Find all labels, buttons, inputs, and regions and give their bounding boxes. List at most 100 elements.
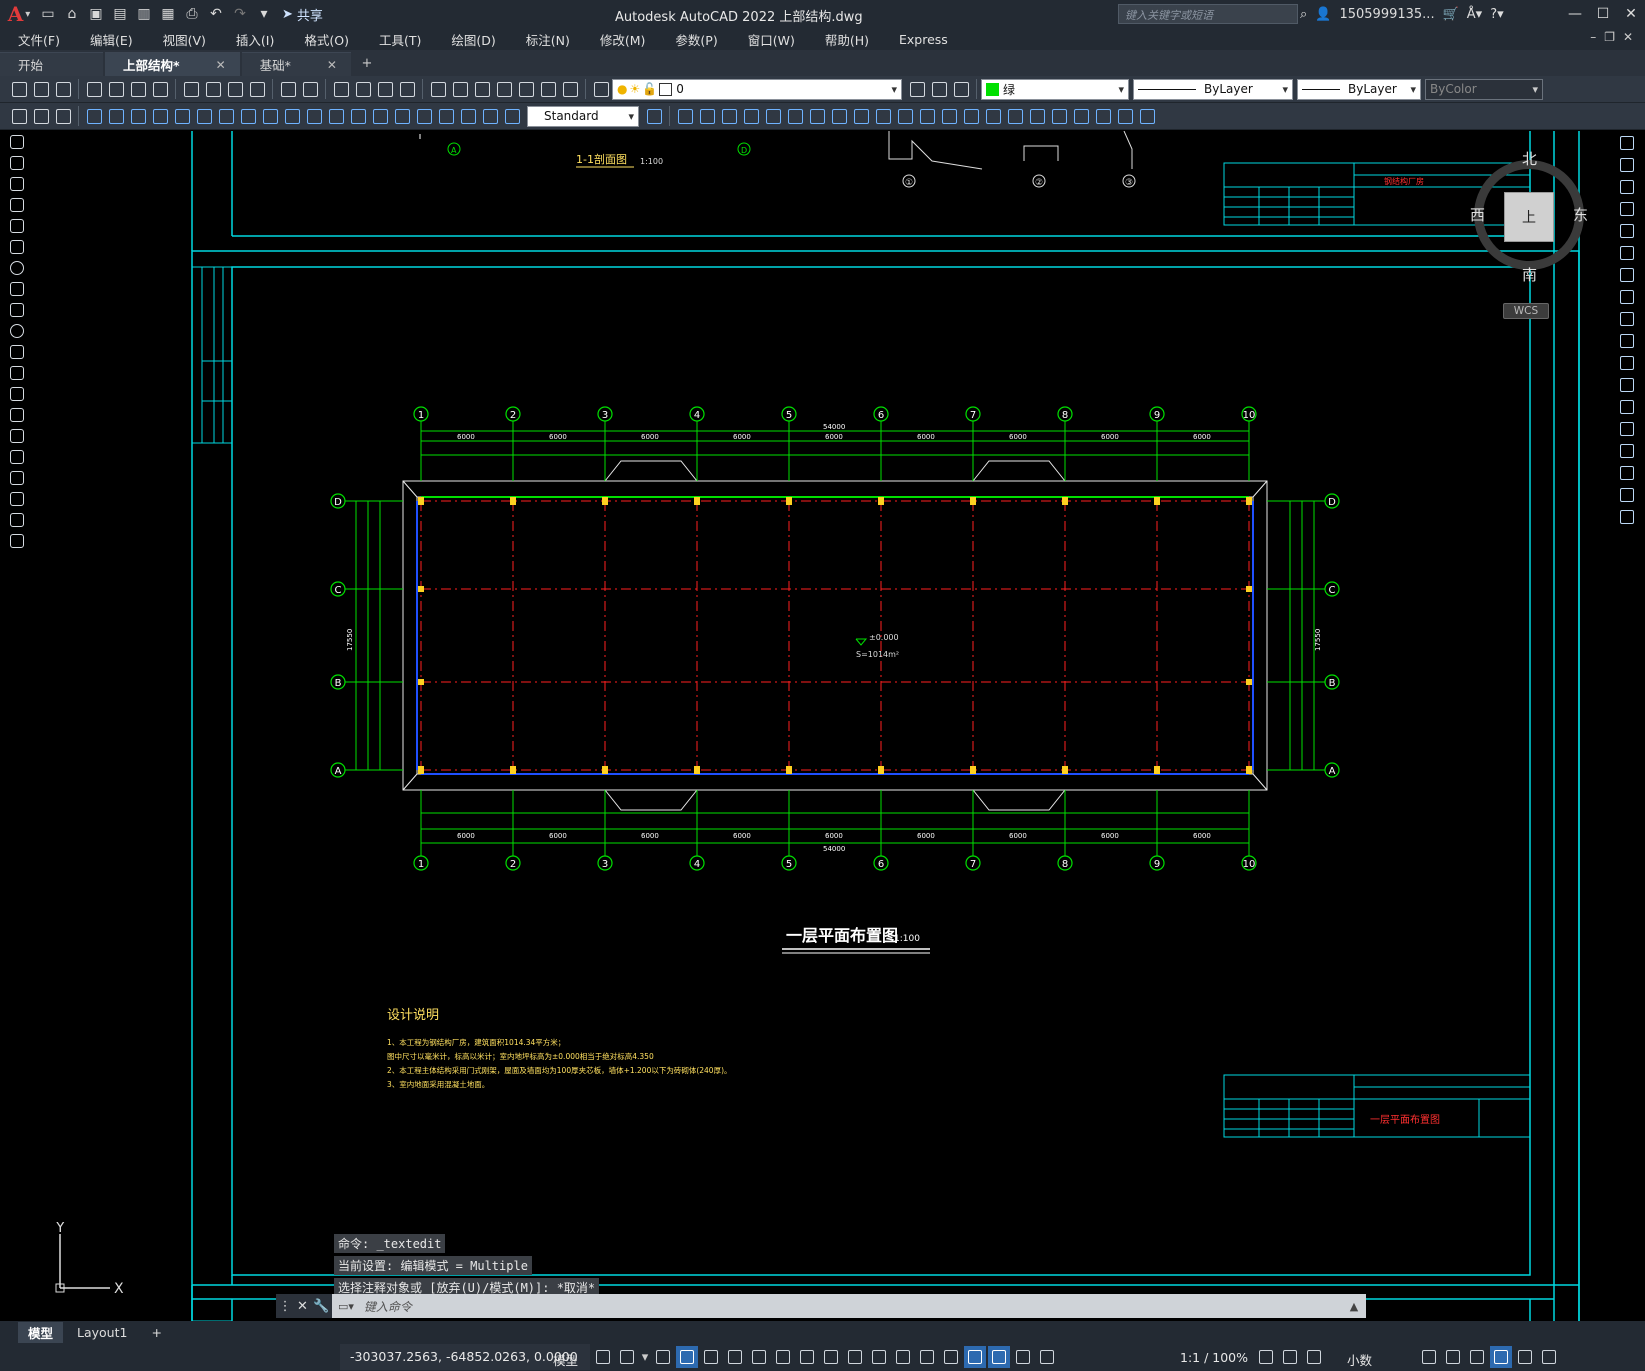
stretch-icon[interactable] — [1615, 309, 1639, 329]
calculator-icon[interactable] — [537, 78, 559, 100]
3d-print-icon[interactable] — [149, 78, 171, 100]
cut-icon[interactable] — [180, 78, 202, 100]
menu-draw[interactable]: 绘图(D) — [451, 30, 495, 49]
copy-object-icon[interactable] — [1615, 155, 1639, 175]
layer-previous-icon[interactable] — [928, 78, 950, 100]
undo-icon[interactable] — [277, 78, 299, 100]
ellipse-arc-icon[interactable] — [5, 342, 29, 362]
offset-icon[interactable] — [1615, 199, 1639, 219]
polar-tracking-icon[interactable] — [724, 1346, 746, 1368]
slice-icon[interactable] — [1092, 105, 1114, 127]
scale-icon[interactable] — [1615, 287, 1639, 307]
auto-scale-icon[interactable] — [1012, 1346, 1034, 1368]
tab-close-icon[interactable]: ✕ — [327, 58, 337, 72]
workspace-icon[interactable] — [1255, 1346, 1277, 1368]
color-edges-icon[interactable] — [938, 105, 960, 127]
menu-dimension[interactable]: 标注(N) — [526, 30, 570, 49]
menu-format[interactable]: 格式(O) — [304, 30, 349, 49]
quick-properties-icon[interactable] — [1418, 1346, 1440, 1368]
snap-menu-icon[interactable]: ▾ — [640, 1346, 650, 1368]
tab-close-icon[interactable]: ✕ — [216, 58, 226, 72]
markup-icon[interactable] — [515, 78, 537, 100]
menu-insert[interactable]: 插入(I) — [236, 30, 274, 49]
menu-modify[interactable]: 修改(M) — [600, 30, 646, 49]
menu-edit[interactable]: 编辑(E) — [90, 30, 133, 49]
plot-icon[interactable]: ⎙ — [182, 4, 202, 24]
viewcube-top-face[interactable]: 上 — [1504, 192, 1554, 242]
viewcube-south[interactable]: 南 — [1522, 264, 1537, 285]
plotstyle-dropdown[interactable]: ByColor — [1425, 78, 1543, 100]
insert-block-icon[interactable] — [5, 363, 29, 383]
close-icon[interactable]: ✕ — [1617, 0, 1645, 28]
polyline-icon[interactable] — [5, 174, 29, 194]
command-close-icon[interactable]: ✕ — [297, 1299, 308, 1314]
command-grip-icon[interactable]: ⋮ — [279, 1299, 292, 1314]
pan-icon[interactable] — [330, 78, 352, 100]
menu-window[interactable]: 窗口(W) — [748, 30, 795, 49]
lineweight-dropdown[interactable]: ByLayer — [1297, 78, 1421, 100]
viewcube[interactable]: 上 北 南 东 西 — [1470, 148, 1588, 284]
command-customize-icon[interactable]: 🔧 — [313, 1299, 329, 1314]
array-icon[interactable] — [1615, 221, 1639, 241]
dim-style-dropdown[interactable]: Standard — [527, 105, 639, 127]
isolate-objects-icon[interactable] — [1466, 1346, 1488, 1368]
circle-icon[interactable] — [5, 258, 29, 278]
zoom-window-icon[interactable] — [374, 78, 396, 100]
add-selected-icon[interactable] — [5, 531, 29, 551]
object-snap-icon[interactable] — [796, 1346, 818, 1368]
match-properties-icon[interactable] — [246, 78, 268, 100]
polygon-icon[interactable] — [5, 195, 29, 215]
inspection-icon[interactable] — [413, 105, 435, 127]
intersect-icon[interactable] — [718, 105, 740, 127]
qat-customize-icon[interactable]: ▾ — [254, 4, 274, 24]
viewcube-east[interactable]: 东 — [1573, 204, 1588, 225]
ellipse-icon[interactable] — [5, 321, 29, 341]
user-name[interactable]: 1505999135... — [1339, 7, 1434, 22]
3d-osnap-icon[interactable] — [892, 1346, 914, 1368]
break-icon[interactable] — [1615, 397, 1639, 417]
linetype-dropdown[interactable]: ByLayer — [1133, 78, 1293, 100]
copy-faces-icon[interactable] — [872, 105, 894, 127]
check-icon[interactable] — [1048, 105, 1070, 127]
section-plane-icon[interactable] — [1070, 105, 1092, 127]
dynamic-input-icon[interactable] — [676, 1346, 698, 1368]
layer-state-icon[interactable] — [950, 78, 972, 100]
shell-icon[interactable] — [1026, 105, 1048, 127]
clean-icon[interactable] — [982, 105, 1004, 127]
design-center-icon[interactable] — [449, 78, 471, 100]
revision-cloud-icon[interactable] — [5, 279, 29, 299]
mtext-icon[interactable] — [5, 510, 29, 530]
radius-dim-icon[interactable] — [171, 105, 193, 127]
lineweight-icon[interactable] — [820, 1346, 842, 1368]
blend-curves-icon[interactable] — [1615, 485, 1639, 505]
save-icon[interactable]: ▣ — [86, 4, 106, 24]
layer-properties-icon[interactable] — [590, 78, 612, 100]
tolerance-icon[interactable] — [369, 105, 391, 127]
trim-icon[interactable] — [1615, 331, 1639, 351]
dim-text-edit-icon[interactable] — [479, 105, 501, 127]
viewcube-north[interactable]: 北 — [1522, 148, 1537, 169]
line-icon[interactable] — [5, 132, 29, 152]
publish-icon[interactable]: ▥ — [134, 4, 154, 24]
plot-preview-icon[interactable]: ▦ — [158, 4, 178, 24]
chamfer-icon[interactable] — [1615, 441, 1639, 461]
new-icon[interactable] — [8, 78, 30, 100]
command-input[interactable]: 键入命令 — [354, 1298, 1342, 1315]
snap-icon[interactable] — [616, 1346, 638, 1368]
paste-icon[interactable] — [224, 78, 246, 100]
point-icon[interactable] — [5, 405, 29, 425]
menu-tools[interactable]: 工具(T) — [379, 30, 421, 49]
autodesk-app-icon[interactable]: Å▾ — [1467, 7, 1482, 22]
search-icon[interactable]: ⌕ — [1300, 7, 1307, 22]
separate-icon[interactable] — [1004, 105, 1026, 127]
layer-dropdown[interactable]: ● ☀ 🔓 0 — [612, 78, 902, 100]
open-icon[interactable] — [30, 78, 52, 100]
jogged-dim-icon[interactable] — [193, 105, 215, 127]
aligned-dim-icon[interactable] — [105, 105, 127, 127]
command-prompt-icon[interactable]: ▭▾ — [338, 1300, 354, 1313]
rotate-icon[interactable] — [1615, 265, 1639, 285]
menu-parametric[interactable]: 参数(P) — [675, 30, 717, 49]
annotation-visibility-icon[interactable] — [988, 1346, 1010, 1368]
delete-faces-icon[interactable] — [806, 105, 828, 127]
plot-preview-icon[interactable] — [105, 78, 127, 100]
